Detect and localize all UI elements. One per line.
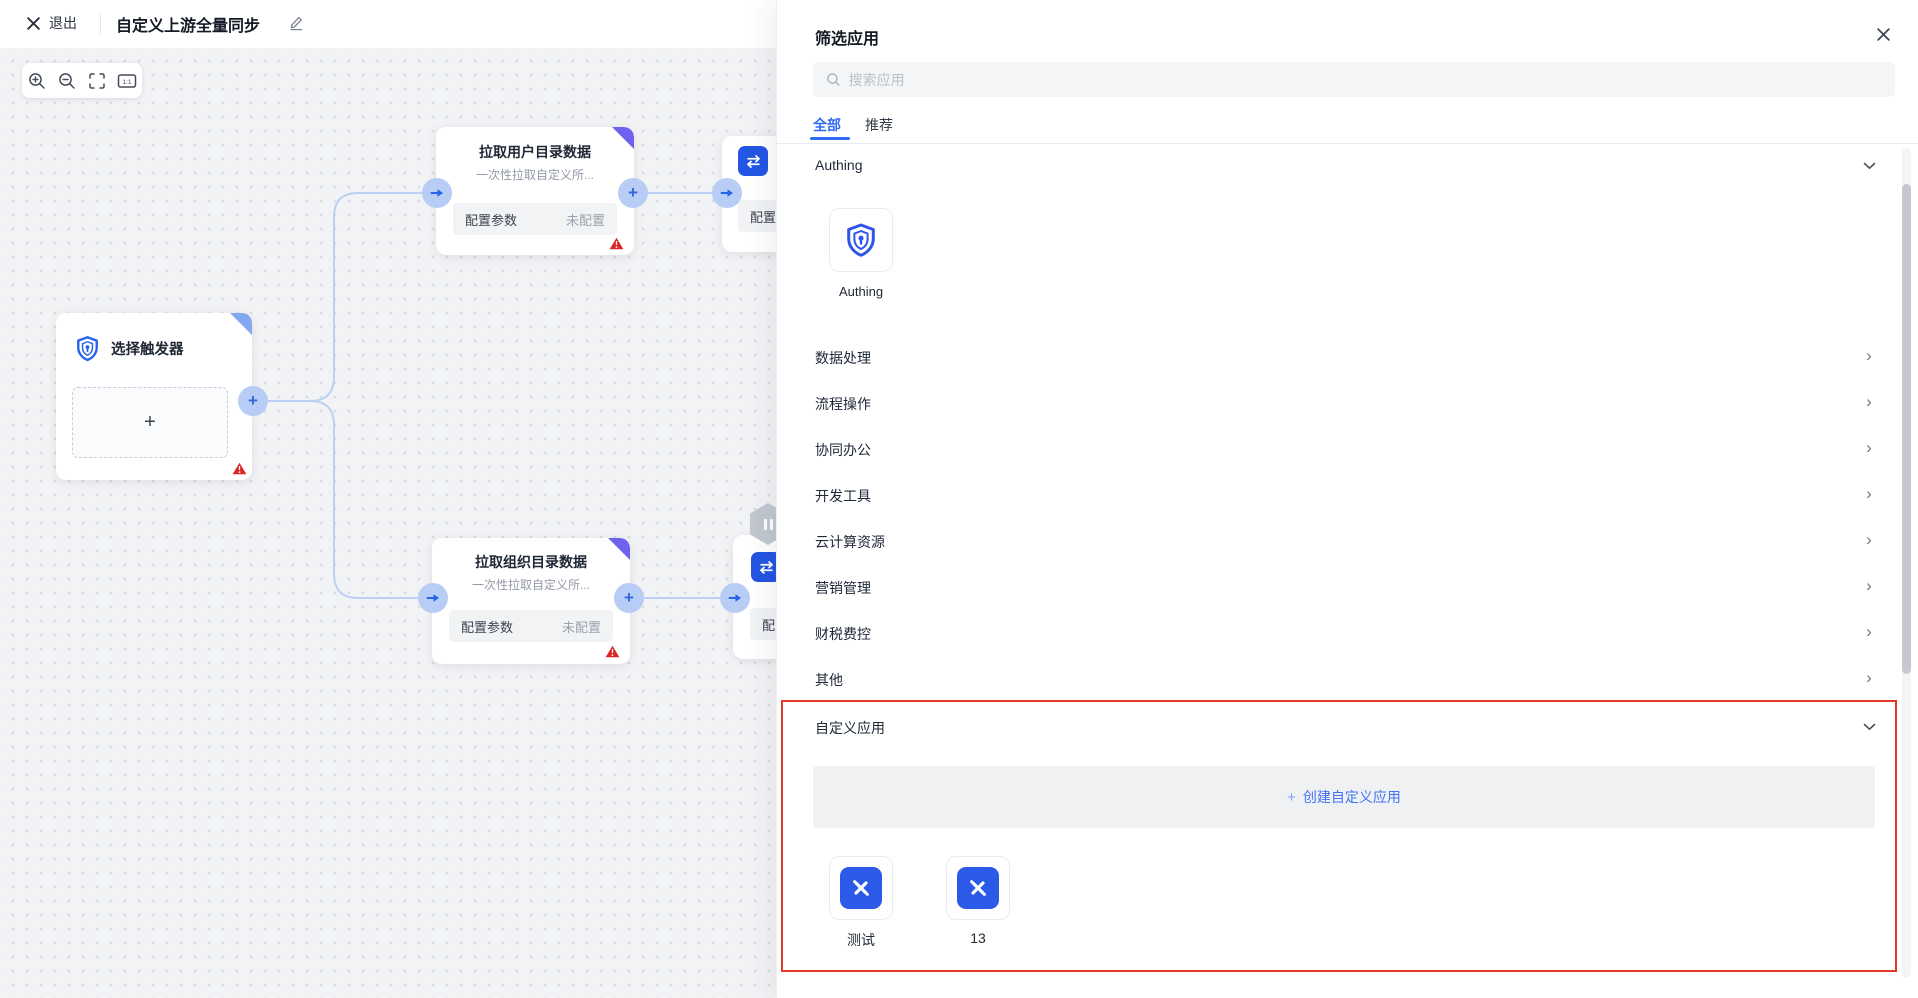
custom-app-tools-icon: [957, 867, 999, 909]
chevron-right-icon: ›: [1857, 391, 1881, 411]
add-trigger-box[interactable]: +: [72, 387, 228, 458]
panel-title: 筛选应用: [815, 25, 879, 49]
create-custom-app-button[interactable]: + 创建自定义应用: [813, 766, 1875, 828]
category-row-collaboration[interactable]: 协同办公 ›: [777, 426, 1897, 472]
chevron-down-icon: [1857, 717, 1881, 737]
node-corner-fold: [230, 313, 252, 335]
section-name: 自定义应用: [815, 718, 885, 738]
plus-icon: +: [624, 589, 634, 606]
svg-text:1:1: 1:1: [122, 79, 131, 86]
app-label: Authing: [809, 284, 913, 299]
category-row-finance-tax[interactable]: 财税费控 ›: [777, 610, 1897, 656]
plus-icon: +: [248, 392, 258, 409]
app-tile-13[interactable]: [946, 856, 1010, 920]
app-tile-authing[interactable]: [829, 208, 893, 272]
section-header-authing[interactable]: Authing: [777, 143, 1897, 189]
search-icon: [826, 72, 841, 87]
plus-icon: +: [144, 411, 156, 434]
tab-all[interactable]: 全部: [813, 115, 841, 135]
config-status: 未配置: [562, 617, 601, 636]
authing-shield-icon: [843, 222, 879, 258]
search-box[interactable]: [813, 62, 1895, 97]
shield-trigger-icon: [74, 335, 101, 362]
warning-icon: [605, 645, 620, 658]
node-subtitle: 一次性拉取自定义所...: [432, 576, 630, 593]
section-header-custom-apps[interactable]: 自定义应用: [777, 704, 1897, 750]
arrow-right-icon: [430, 186, 445, 200]
chevron-right-icon: ›: [1857, 483, 1881, 503]
arrow-right-icon: [728, 591, 743, 605]
app-label: 测试: [809, 930, 913, 950]
zoom-out-icon[interactable]: [56, 70, 78, 92]
node-pull-user-directory[interactable]: 拉取用户目录数据 一次性拉取自定义所... 配置参数 未配置: [436, 127, 634, 255]
chevron-right-icon: ›: [1857, 437, 1881, 457]
warning-icon: [609, 237, 624, 250]
tab-recommended[interactable]: 推荐: [865, 115, 893, 135]
zoom-toolbar: 1:1: [22, 63, 142, 98]
chevron-right-icon: ›: [1857, 667, 1881, 687]
close-icon: [26, 16, 41, 31]
warning-icon: [232, 462, 247, 475]
zoom-in-icon[interactable]: [26, 70, 48, 92]
exit-button[interactable]: 退出: [26, 13, 77, 33]
connector-arrow-in[interactable]: [712, 178, 742, 208]
custom-app-tools-icon: [840, 867, 882, 909]
scrollbar-thumb[interactable]: [1902, 184, 1911, 674]
actual-size-icon[interactable]: 1:1: [116, 70, 138, 92]
search-input[interactable]: [849, 72, 1882, 88]
edit-title-icon[interactable]: [288, 15, 304, 36]
config-label: 配置参数: [461, 617, 513, 636]
chevron-right-icon: ›: [1857, 621, 1881, 641]
connector-add-branch[interactable]: +: [238, 386, 268, 416]
node-title: 拉取组织目录数据: [432, 552, 630, 572]
app-label: 13: [926, 930, 1030, 946]
flow-title: 自定义上游全量同步: [116, 12, 260, 36]
divider: [100, 13, 101, 35]
category-row-marketing[interactable]: 营销管理 ›: [777, 564, 1897, 610]
chevron-right-icon: ›: [1857, 529, 1881, 549]
connector-arrow-in[interactable]: [720, 583, 750, 613]
trigger-node-title: 选择触发器: [111, 338, 184, 359]
category-row-dev-tools[interactable]: 开发工具 ›: [777, 472, 1897, 518]
category-row-cloud-computing[interactable]: 云计算资源 ›: [777, 518, 1897, 564]
node-pull-org-directory[interactable]: 拉取组织目录数据 一次性拉取自定义所... 配置参数 未配置: [432, 538, 630, 664]
chevron-right-icon: ›: [1857, 575, 1881, 595]
chevron-right-icon: ›: [1857, 345, 1881, 365]
close-panel-button[interactable]: [1873, 24, 1893, 44]
category-row-data-processing[interactable]: 数据处理 ›: [777, 334, 1897, 380]
active-tab-underline: [810, 137, 850, 140]
arrow-right-icon: [426, 591, 441, 605]
config-row[interactable]: 配置参数 未配置: [453, 203, 617, 235]
config-label: 配置参数: [465, 210, 517, 229]
close-icon: [1876, 27, 1891, 42]
plus-icon: +: [628, 184, 638, 201]
sync-arrows-icon: [738, 146, 768, 176]
fit-view-icon[interactable]: [86, 70, 108, 92]
trigger-node[interactable]: 选择触发器 +: [56, 313, 252, 480]
plus-icon: +: [1287, 789, 1296, 806]
config-row[interactable]: 配置参数 未配置: [449, 610, 613, 642]
exit-label: 退出: [49, 13, 77, 33]
connector-arrow-in[interactable]: [422, 178, 452, 208]
section-name: Authing: [815, 157, 862, 173]
arrow-right-icon: [720, 186, 735, 200]
node-title: 拉取用户目录数据: [436, 142, 634, 162]
category-row-others[interactable]: 其他 ›: [777, 656, 1897, 702]
connector-add-next[interactable]: +: [614, 583, 644, 613]
app-picker-panel: 筛选应用 全部 推荐 Authing Authing 数据处理 › 流程操作 ›…: [776, 0, 1918, 998]
config-status: 未配置: [566, 210, 605, 229]
node-subtitle: 一次性拉取自定义所...: [436, 166, 634, 183]
app-tile-test[interactable]: [829, 856, 893, 920]
category-row-process-operations[interactable]: 流程操作 ›: [777, 380, 1897, 426]
connector-arrow-in[interactable]: [418, 583, 448, 613]
connector-add-next[interactable]: +: [618, 178, 648, 208]
create-custom-app-label: 创建自定义应用: [1303, 787, 1401, 807]
chevron-down-icon: [1857, 156, 1881, 176]
panel-scrollbar: [1902, 148, 1911, 978]
